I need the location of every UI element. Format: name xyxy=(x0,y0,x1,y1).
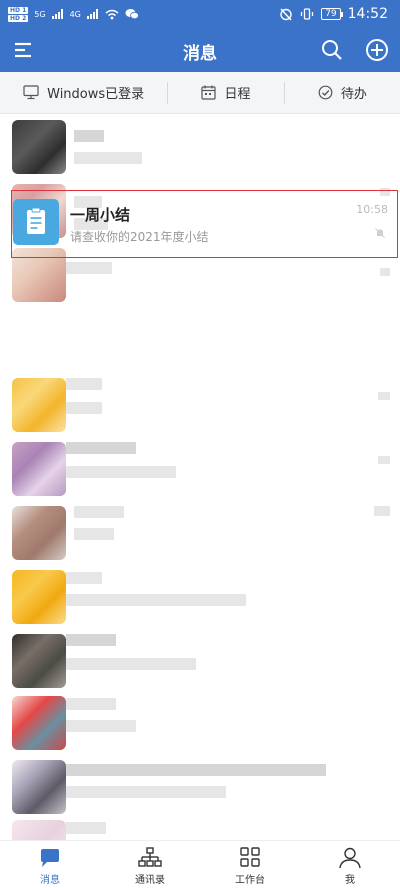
nav-contacts-label: 通讯录 xyxy=(135,875,165,886)
schedule-label: 日程 xyxy=(224,87,251,102)
blurred-time xyxy=(374,506,390,516)
list-item[interactable] xyxy=(0,500,400,566)
blurred-time xyxy=(378,456,390,464)
schedule-item[interactable]: 日程 xyxy=(168,72,283,113)
nav-messages[interactable]: 消息 xyxy=(0,841,100,888)
bell-off-icon xyxy=(374,224,386,238)
blurred-preview xyxy=(74,152,142,164)
list-item[interactable] xyxy=(0,754,400,820)
nav-contacts[interactable]: 通讯录 xyxy=(100,841,200,888)
blurred-name xyxy=(66,262,112,274)
org-chart-icon xyxy=(138,847,162,867)
blurred-name xyxy=(74,506,124,518)
avatar xyxy=(12,696,66,750)
message-time: 10:58 xyxy=(356,203,388,216)
blurred-name xyxy=(66,764,326,776)
blurred-preview xyxy=(74,528,114,540)
avatar xyxy=(12,378,66,432)
blurred-time xyxy=(380,268,390,276)
list-item[interactable] xyxy=(0,372,400,438)
app-bar: 消息 xyxy=(0,28,400,72)
blurred-name xyxy=(74,130,104,142)
todo-item[interactable]: 待办 xyxy=(285,72,400,113)
add-icon[interactable] xyxy=(363,36,391,64)
grid-icon xyxy=(240,847,260,867)
list-item[interactable] xyxy=(0,564,400,630)
person-icon xyxy=(339,847,361,869)
blurred-name xyxy=(66,572,102,584)
battery-indicator: 79 xyxy=(321,8,344,20)
list-item[interactable] xyxy=(0,114,400,180)
status-right: 79 14:52 xyxy=(279,4,388,24)
avatar xyxy=(12,506,66,560)
status-clock: 14:52 xyxy=(347,6,388,22)
signal-bars-2-icon xyxy=(86,9,98,19)
blurred-name xyxy=(66,378,102,390)
wifi-icon xyxy=(105,9,119,19)
vibrate-icon xyxy=(301,8,314,20)
status-bar: HD 1 HD 2 5G 4G 79 14:52 xyxy=(0,0,400,28)
avatar xyxy=(12,442,66,496)
sim-indicators: HD 1 HD 2 xyxy=(8,6,29,22)
blurred-preview xyxy=(66,658,196,670)
status-left: HD 1 HD 2 5G 4G xyxy=(8,3,139,25)
message-title: 一周小结 xyxy=(70,206,131,224)
bottom-nav: 消息 通讯录 工作台 我 xyxy=(0,840,400,888)
quick-actions-bar: Windows已登录 日程 待办 xyxy=(0,72,400,114)
windows-login-item[interactable]: Windows已登录 xyxy=(0,72,167,113)
message-preview: 请查收你的2021年度小结 xyxy=(70,230,209,244)
blurred-preview xyxy=(66,594,246,606)
blurred-name xyxy=(66,442,136,454)
signal-bars-icon xyxy=(51,9,63,19)
blurred-preview xyxy=(66,466,176,478)
windows-login-label: Windows已登录 xyxy=(47,87,145,102)
avatar xyxy=(12,634,66,688)
blurred-name xyxy=(66,698,116,710)
signal-2-label: 4G xyxy=(69,9,81,19)
blurred-preview xyxy=(66,720,136,732)
blurred-name xyxy=(66,822,106,834)
monitor-icon xyxy=(23,85,39,100)
blurred-time xyxy=(378,392,390,400)
wechat-icon xyxy=(125,9,139,20)
sim2-badge: HD 2 xyxy=(8,14,29,22)
document-icon xyxy=(13,199,59,245)
nav-workbench-label: 工作台 xyxy=(235,875,265,886)
list-item[interactable] xyxy=(0,814,400,840)
sim1-badge: HD 1 xyxy=(8,6,29,14)
nav-messages-label: 消息 xyxy=(40,875,60,886)
blurred-preview xyxy=(66,786,226,798)
avatar xyxy=(12,760,66,814)
signal-1-label: 5G xyxy=(34,9,46,19)
alarm-off-icon xyxy=(280,8,292,21)
calendar-icon xyxy=(201,85,217,100)
message-list: 一周小结 请查收你的2021年度小结 10:58 xyxy=(0,114,400,840)
nav-me-label: 我 xyxy=(345,875,355,886)
avatar xyxy=(12,820,66,840)
avatar xyxy=(12,570,66,624)
chat-bubble-icon xyxy=(41,849,59,867)
nav-workbench[interactable]: 工作台 xyxy=(200,841,300,888)
check-circle-icon xyxy=(318,85,333,100)
todo-label: 待办 xyxy=(340,87,367,102)
list-item[interactable] xyxy=(0,690,400,756)
search-icon[interactable] xyxy=(318,36,346,64)
blurred-name xyxy=(66,634,116,646)
blurred-preview xyxy=(66,402,102,414)
nav-me[interactable]: 我 xyxy=(300,841,400,888)
list-item[interactable] xyxy=(0,436,400,502)
list-item[interactable] xyxy=(0,628,400,694)
avatar xyxy=(12,120,66,174)
